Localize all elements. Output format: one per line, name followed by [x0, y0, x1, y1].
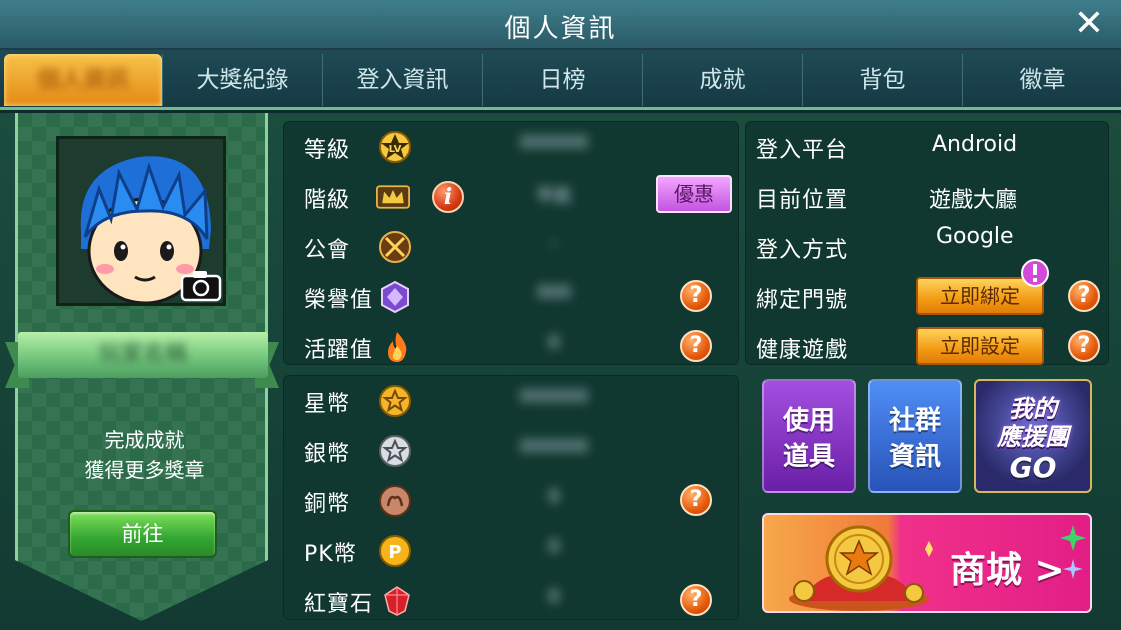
- camera-icon[interactable]: [180, 268, 222, 302]
- discount-button[interactable]: 優惠: [656, 175, 732, 213]
- go-button[interactable]: 前往: [68, 510, 217, 558]
- crown-icon: [376, 185, 410, 209]
- stat-value: 000000: [519, 132, 589, 153]
- treasure-icon: [789, 525, 933, 611]
- info-value: 遊戲大廳: [929, 188, 1018, 213]
- window-header: 個人資訊 ✕: [0, 0, 1121, 50]
- currency-row-star: 星幣 000000: [284, 376, 738, 426]
- currency-label: 銀幣: [304, 442, 351, 467]
- guild-swords-icon: [379, 231, 411, 263]
- info-row-healthy-gaming: 健康遊戲 立即設定 ?: [746, 322, 1108, 372]
- alert-icon: [1021, 259, 1049, 287]
- player-name: 玩家名稱: [98, 342, 187, 367]
- feature-label: 使用 道具: [782, 406, 835, 472]
- shop-banner-button[interactable]: 商城 >: [762, 513, 1092, 613]
- name-ribbon: 玩家名稱: [5, 328, 279, 388]
- honor-gem-icon: [381, 280, 409, 314]
- currency-row-ruby: 紅寶石 0 ?: [284, 576, 738, 626]
- stat-row-activity: 活躍值 0 ?: [284, 322, 738, 372]
- use-items-button[interactable]: 使用 道具: [762, 379, 856, 493]
- currency-row-copper: 銅幣 0 ?: [284, 476, 738, 526]
- rank-info-button[interactable]: i: [432, 181, 464, 213]
- stat-label: 榮譽值: [304, 288, 374, 313]
- info-label: 登入平台: [756, 138, 849, 163]
- stat-label: 公會: [304, 238, 351, 263]
- sparkle-icon: [1060, 525, 1086, 579]
- achievement-line-2: 獲得更多獎章: [84, 458, 205, 482]
- currency-label: 銅幣: [304, 492, 351, 517]
- level-star-icon: LV: [379, 131, 411, 163]
- currency-row-silver: 銀幣 000000: [284, 426, 738, 476]
- currency-label: 星幣: [304, 392, 351, 417]
- copper-help-button[interactable]: ?: [680, 484, 712, 516]
- stat-value: -: [550, 232, 558, 253]
- stat-label: 等級: [304, 138, 351, 163]
- achievement-hint: 完成成就 獲得更多獎章: [18, 425, 271, 485]
- currency-label: 紅寶石: [304, 592, 374, 617]
- stat-value: 0: [548, 332, 560, 353]
- flame-icon: [388, 332, 407, 362]
- currency-row-pk: PK幣 P 0: [284, 526, 738, 576]
- info-row-login-method: 登入方式 Google: [746, 222, 1108, 272]
- stat-row-honor: 榮譽值 000 ?: [284, 272, 738, 322]
- currency-value: 0: [548, 486, 560, 507]
- cheer-group-button[interactable]: 我的 應援團 GO: [974, 379, 1092, 493]
- healthy-gaming-button[interactable]: 立即設定: [916, 327, 1044, 365]
- tab-badges[interactable]: 徽章: [962, 54, 1121, 106]
- login-info-panel: 登入平台 Android 目前位置 遊戲大廳 登入方式 Google 綁定門號 …: [745, 121, 1109, 365]
- currency-label: PK幣: [304, 542, 357, 567]
- ruby-help-button[interactable]: ?: [680, 584, 712, 616]
- tab-jackpot-records[interactable]: 大獎紀錄: [162, 54, 322, 106]
- tab-achievements[interactable]: 成就: [642, 54, 802, 106]
- stat-row-level: 等級 LV 000000: [284, 122, 738, 172]
- info-label: 登入方式: [756, 238, 849, 263]
- tab-login-info[interactable]: 登入資訊: [322, 54, 482, 106]
- shop-label: 商城 >: [950, 550, 1065, 591]
- info-value: Google: [936, 224, 1014, 249]
- info-value: Android: [932, 132, 1018, 157]
- currency-value: 0: [548, 536, 560, 557]
- silver-coin-icon: [379, 435, 411, 467]
- cheer-go-label: GO: [1009, 451, 1057, 484]
- tab-daily-ranking[interactable]: 日榜: [482, 54, 642, 106]
- healthy-gaming-help-button[interactable]: ?: [1068, 330, 1100, 362]
- stat-label: 活躍值: [304, 338, 374, 363]
- info-row-location: 目前位置 遊戲大廳: [746, 172, 1108, 222]
- info-label: 健康遊戲: [756, 338, 849, 363]
- copper-coin-icon: [379, 485, 411, 517]
- honor-help-button[interactable]: ?: [680, 280, 712, 312]
- stat-value: 平民: [536, 186, 572, 207]
- tab-backpack[interactable]: 背包: [802, 54, 962, 106]
- stat-label: 階級: [304, 188, 351, 213]
- info-row-bind-phone: 綁定門號 立即綁定 ?: [746, 259, 1108, 322]
- tab-bar: 個人資訊 大獎紀錄 登入資訊 日榜 成就 背包 徽章: [0, 50, 1121, 110]
- close-button[interactable]: ✕: [1071, 6, 1107, 42]
- bind-phone-help-button[interactable]: ?: [1068, 280, 1100, 312]
- currency-value: 000000: [519, 436, 589, 457]
- currency-value: 000000: [519, 386, 589, 407]
- stats-panel-bottom: 星幣 000000 銀幣 000000 銅幣 0 ? PK幣 P 0 紅寶石 0…: [283, 375, 739, 620]
- achievement-line-1: 完成成就: [104, 428, 185, 452]
- star-coin-icon: [379, 385, 411, 417]
- ruby-gem-icon: [384, 586, 410, 616]
- svg-text:LV: LV: [389, 144, 402, 155]
- currency-value: 0: [548, 586, 560, 607]
- activity-help-button[interactable]: ?: [680, 330, 712, 362]
- svg-text:P: P: [388, 542, 401, 563]
- feature-label: 社群 資訊: [888, 406, 941, 472]
- tab-profile[interactable]: 個人資訊: [4, 54, 162, 106]
- info-label: 綁定門號: [756, 288, 849, 313]
- main-content: 玩家名稱 完成成就 獲得更多獎章 前往 等級 LV 000000 階級 i 平民…: [0, 113, 1121, 630]
- info-label: 目前位置: [756, 188, 849, 213]
- social-info-button[interactable]: 社群 資訊: [868, 379, 962, 493]
- cheer-label: 我的 應援團: [997, 395, 1069, 451]
- info-row-platform: 登入平台 Android: [746, 122, 1108, 172]
- pk-coin-icon: P: [379, 535, 411, 567]
- page-title: 個人資訊: [504, 14, 617, 44]
- stats-panel-top: 等級 LV 000000 階級 i 平民 優惠 公會 - 榮譽值 000 ? 活…: [283, 121, 739, 365]
- stat-value: 000: [536, 282, 572, 303]
- stat-row-guild: 公會 -: [284, 222, 738, 272]
